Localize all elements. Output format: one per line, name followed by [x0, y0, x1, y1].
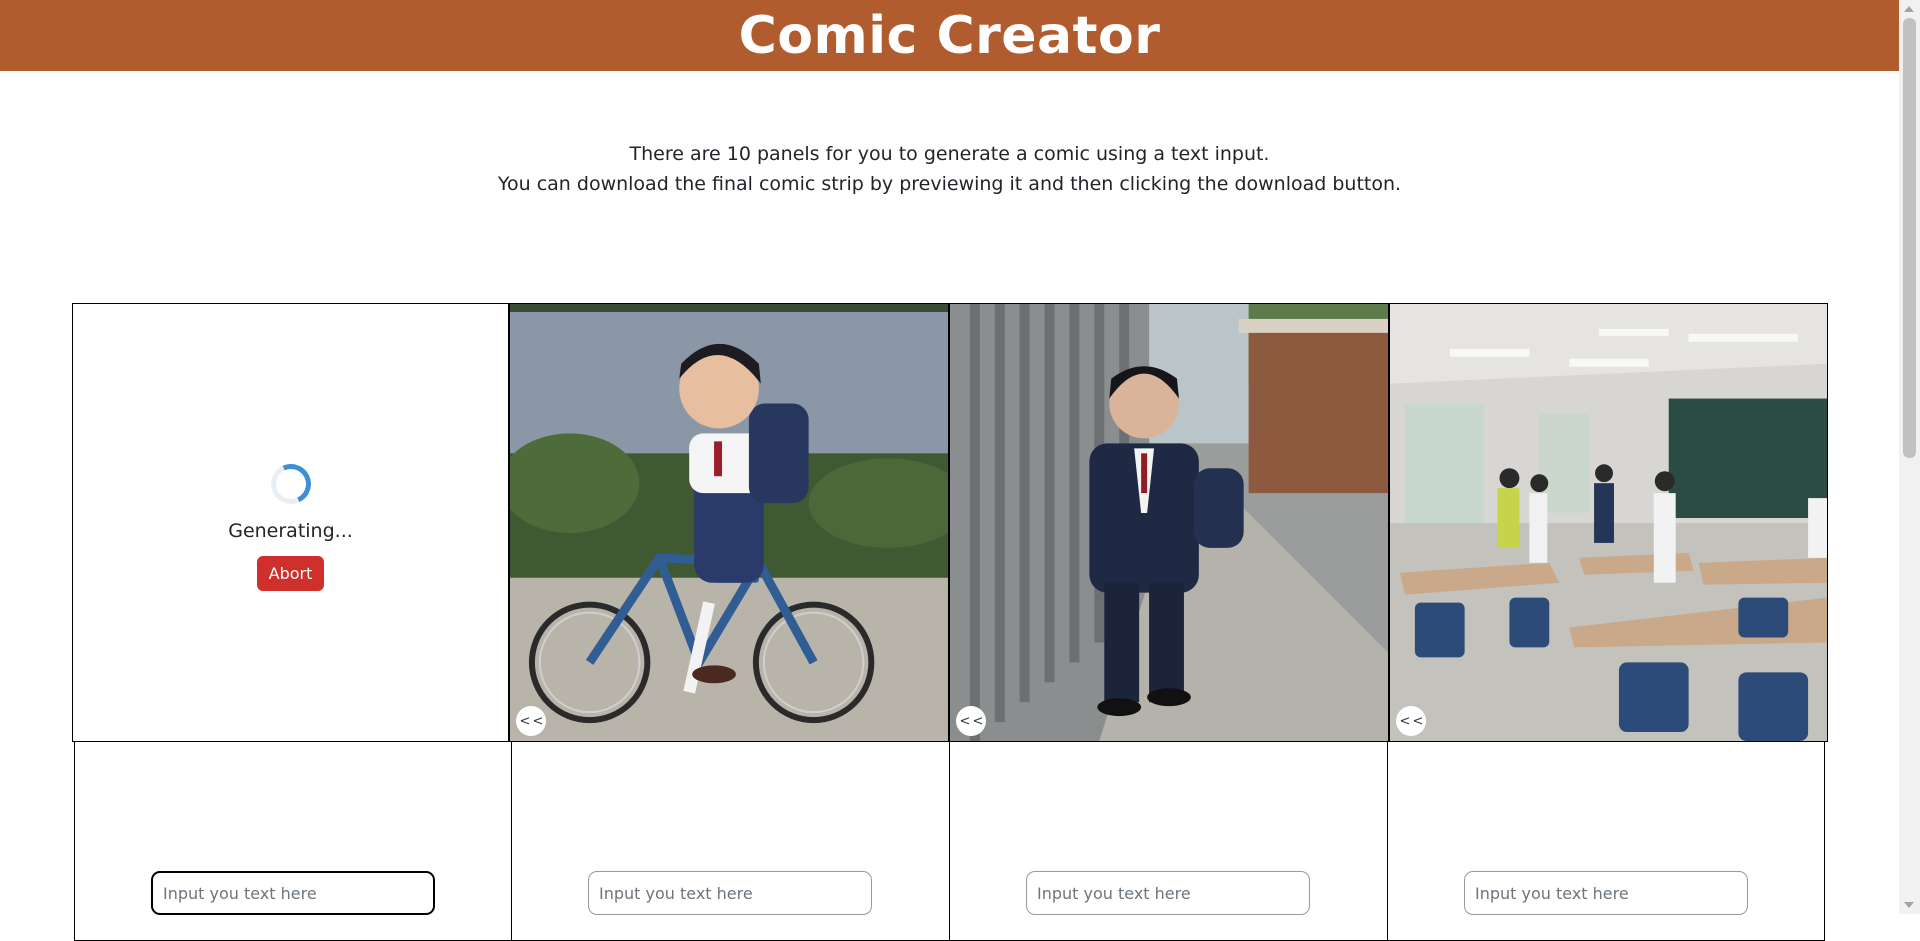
panel-text-input-4[interactable]	[1464, 871, 1748, 915]
text-input-cell-2	[512, 741, 950, 941]
abort-button[interactable]: Abort	[256, 556, 325, 591]
previous-image-button[interactable]: < <	[1396, 706, 1426, 736]
generating-status: Generating... Abort	[73, 458, 508, 591]
scroll-up-arrow-icon[interactable]	[1904, 6, 1914, 12]
text-input-cell-1	[74, 741, 512, 941]
intro-line-1: There are 10 panels for you to generate …	[629, 143, 1270, 165]
loading-spinner-icon	[264, 458, 317, 510]
panel-text-input-2[interactable]	[588, 871, 872, 915]
text-input-cell-3	[950, 741, 1388, 941]
boy-walking-to-school-image	[950, 304, 1388, 741]
panel-text-input-1[interactable]	[151, 871, 435, 915]
app-header: Comic Creator	[0, 0, 1899, 71]
page-scrollbar[interactable]	[1899, 0, 1920, 914]
comic-panel-3: < <	[949, 303, 1389, 742]
intro-line-2: You can download the final comic strip b…	[497, 173, 1402, 195]
previous-image-button[interactable]: < <	[956, 706, 986, 736]
comic-panel-4: < <	[1389, 303, 1828, 742]
panel-text-input-3[interactable]	[1026, 871, 1310, 915]
boy-riding-bicycle-image	[510, 304, 948, 741]
intro-text: There are 10 panels for you to generate …	[0, 139, 1899, 199]
scrollbar-thumb[interactable]	[1903, 18, 1916, 458]
comic-panel-1: Generating... Abort	[72, 303, 509, 742]
comic-panel-2: < <	[509, 303, 949, 742]
text-input-cell-4	[1388, 741, 1825, 941]
classroom-with-students-image	[1390, 304, 1827, 741]
scroll-down-arrow-icon[interactable]	[1904, 902, 1914, 908]
app-title: Comic Creator	[738, 5, 1161, 66]
generating-label: Generating...	[228, 520, 353, 542]
previous-image-button[interactable]: < <	[516, 706, 546, 736]
